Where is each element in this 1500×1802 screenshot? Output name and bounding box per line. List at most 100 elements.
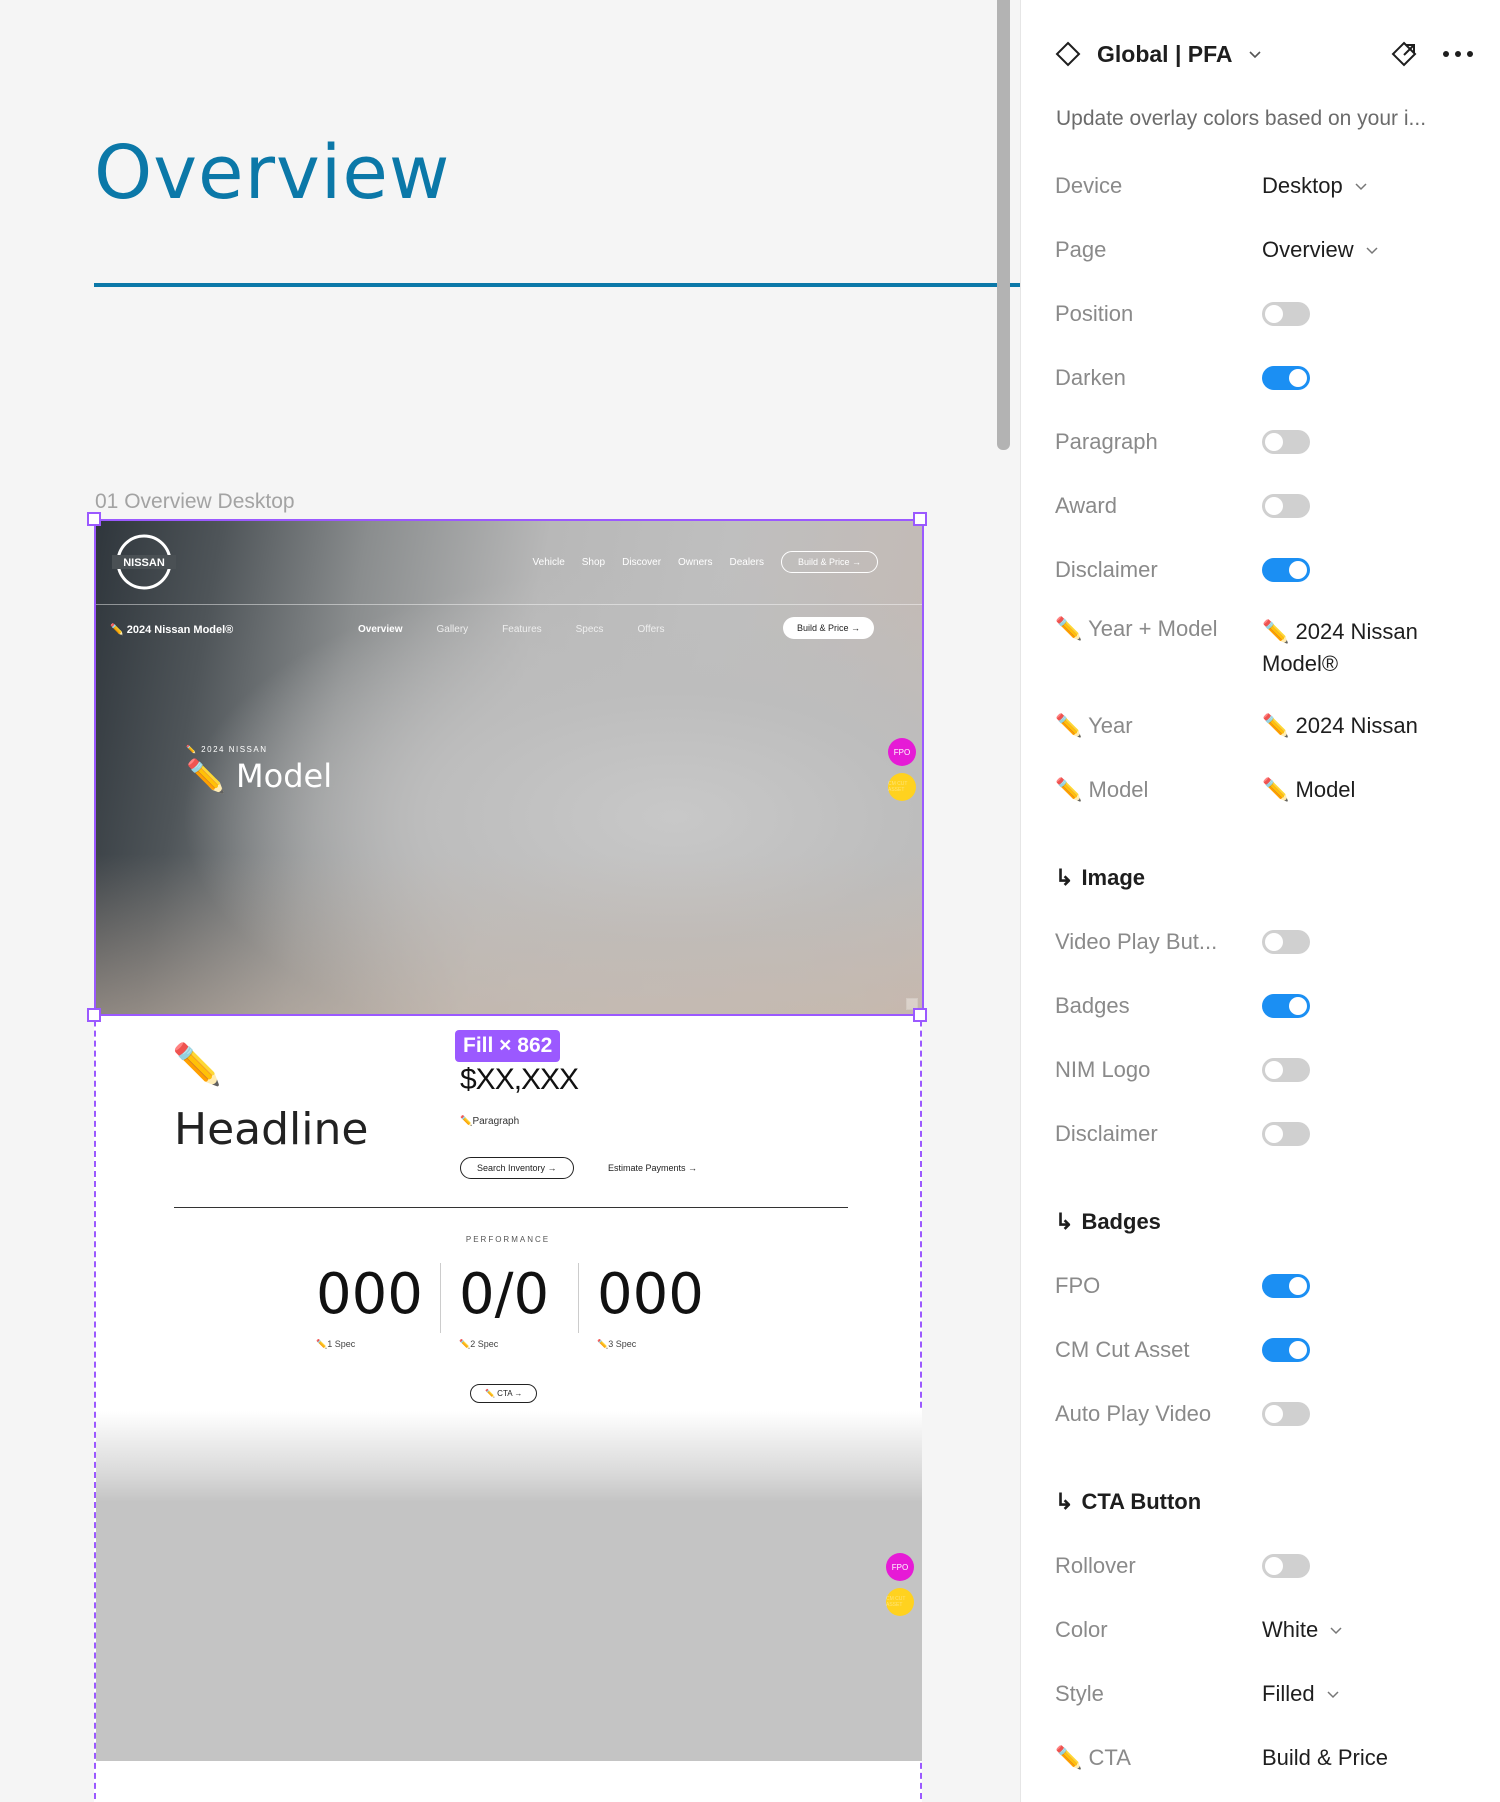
page-select[interactable]: Overview	[1262, 237, 1380, 263]
tab-features[interactable]: Features	[502, 624, 541, 635]
year-value[interactable]: ✏️ 2024 Nissan	[1262, 713, 1418, 739]
prop-video-play-button[interactable]: Video Play But...	[1055, 922, 1475, 962]
tab-gallery[interactable]: Gallery	[436, 624, 468, 635]
overview-desktop-frame[interactable]: NISSAN Vehicle Shop Discover Owners Deal…	[94, 519, 924, 1802]
canvas-scrollbar[interactable]	[997, 0, 1010, 450]
selection-handle-tr[interactable]	[913, 512, 927, 526]
prop-image-disclaimer[interactable]: Disclaimer	[1055, 1114, 1475, 1154]
cm-cut-asset-toggle[interactable]	[1262, 1338, 1310, 1362]
prop-color[interactable]: Color White	[1055, 1610, 1475, 1650]
nav-discover[interactable]: Discover	[622, 557, 661, 568]
model-value[interactable]: ✏️ Model	[1262, 777, 1355, 803]
selection-handle-br[interactable]	[913, 1008, 927, 1022]
nissan-logo[interactable]: NISSAN	[110, 533, 178, 591]
nim-logo-toggle[interactable]	[1262, 1058, 1310, 1082]
prop-label: Color	[1055, 1617, 1108, 1642]
paragraph-toggle[interactable]	[1262, 430, 1310, 454]
headline: Headline	[174, 1104, 369, 1155]
position-toggle[interactable]	[1262, 302, 1310, 326]
model-subnav: ✏️ 2024 Nissan Model® Overview Gallery F…	[110, 617, 900, 643]
prop-disclaimer[interactable]: Disclaimer	[1055, 550, 1475, 590]
video-play-toggle[interactable]	[1262, 930, 1310, 954]
nav-vehicle[interactable]: Vehicle	[533, 557, 565, 568]
prop-nim-logo[interactable]: NIM Logo	[1055, 1050, 1475, 1090]
cta-label: ✏️ CTA	[485, 1389, 513, 1398]
hero-section[interactable]: NISSAN Vehicle Shop Discover Owners Deal…	[94, 519, 924, 1016]
cta-button[interactable]: ✏️ CTA →	[470, 1384, 538, 1403]
prop-year[interactable]: ✏️ Year ✏️ 2024 Nissan	[1055, 706, 1475, 746]
prop-label: Rollover	[1055, 1553, 1136, 1578]
frame-label[interactable]: 01 Overview Desktop	[95, 490, 295, 514]
prop-paragraph[interactable]: Paragraph	[1055, 422, 1475, 462]
prop-position[interactable]: Position	[1055, 294, 1475, 334]
global-nav-items: Vehicle Shop Discover Owners Dealers Bui…	[533, 551, 878, 573]
prop-label: Auto Play Video	[1055, 1401, 1212, 1426]
prop-label: Style	[1055, 1681, 1104, 1706]
prop-year-model[interactable]: ✏️ Year + Model ✏️ 2024 Nissan Model®	[1055, 616, 1475, 680]
nav-owners[interactable]: Owners	[678, 557, 712, 568]
year-model-value[interactable]: ✏️ 2024 Nissan Model®	[1262, 616, 1462, 680]
prop-award[interactable]: Award	[1055, 486, 1475, 526]
price: $XX,XXX	[460, 1063, 579, 1096]
prop-cm-cut-asset[interactable]: CM Cut Asset	[1055, 1330, 1475, 1370]
prop-model[interactable]: ✏️ Model ✏️ Model	[1055, 770, 1475, 810]
device-select[interactable]: Desktop	[1262, 173, 1369, 199]
section-cta-button: ↳ CTA Button	[1055, 1489, 1201, 1515]
disclaimer-toggle[interactable]	[1262, 558, 1310, 582]
nav-build-price-button[interactable]: Build & Price →	[780, 551, 878, 573]
prop-auto-play-video[interactable]: Auto Play Video	[1055, 1394, 1475, 1434]
estimate-payments-link[interactable]: Estimate Payments →	[608, 1163, 697, 1173]
image-disclaimer-toggle[interactable]	[1262, 1122, 1310, 1146]
spec-1-value: 000	[316, 1262, 423, 1327]
component-title[interactable]: Global | PFA	[1097, 41, 1233, 68]
prop-label: Device	[1055, 173, 1123, 198]
badges-toggle[interactable]	[1262, 994, 1310, 1018]
auto-play-toggle[interactable]	[1262, 1402, 1310, 1426]
selection-handle-bl[interactable]	[87, 1008, 101, 1022]
style-select[interactable]: Filled	[1262, 1681, 1341, 1707]
prop-cta-text[interactable]: ✏️ CTA Build & Price	[1055, 1738, 1475, 1778]
chevron-down-icon	[1327, 1691, 1339, 1699]
hero-eyebrow: ✏️ 2024 NISSAN	[186, 745, 268, 754]
prop-rollover[interactable]: Rollover	[1055, 1546, 1475, 1586]
cm-cut-asset-badge: CM CUT ASSET	[886, 1588, 914, 1616]
go-to-main-component-icon[interactable]	[1389, 39, 1419, 69]
nav-dealers[interactable]: Dealers	[729, 557, 763, 568]
spec-2-value: 0/0	[459, 1262, 550, 1327]
chevron-down-icon[interactable]	[1247, 46, 1263, 62]
spec-1-label: ✏️1 Spec	[316, 1339, 356, 1349]
subnav-build-price-button[interactable]: Build & Price →	[782, 617, 874, 639]
tab-overview[interactable]: Overview	[358, 624, 402, 635]
spec-separator	[578, 1263, 579, 1333]
hero-model-name: ✏️ Model	[186, 757, 333, 795]
nav-shop[interactable]: Shop	[582, 557, 605, 568]
rollover-toggle[interactable]	[1262, 1554, 1310, 1578]
image-placeholder-block	[96, 1411, 922, 1761]
more-options-icon[interactable]	[1441, 49, 1475, 59]
color-select[interactable]: White	[1262, 1617, 1344, 1643]
nested-arrow-icon: ↳	[1055, 1209, 1074, 1234]
tab-offers[interactable]: Offers	[637, 624, 664, 635]
prop-page[interactable]: Page Overview	[1055, 230, 1475, 270]
prop-label: Paragraph	[1055, 429, 1158, 454]
prop-darken[interactable]: Darken	[1055, 358, 1475, 398]
subnav-brand[interactable]: ✏️ 2024 Nissan Model®	[110, 623, 233, 636]
prop-badges[interactable]: Badges	[1055, 986, 1475, 1026]
cta-text-value[interactable]: Build & Price	[1262, 1745, 1388, 1771]
award-toggle[interactable]	[1262, 494, 1310, 518]
fpo-badge: FPO	[888, 738, 916, 766]
search-inventory-button[interactable]: Search Inventory →	[460, 1157, 574, 1179]
fpo-toggle[interactable]	[1262, 1274, 1310, 1298]
prop-label: Darken	[1055, 365, 1126, 390]
prop-device[interactable]: Device Desktop	[1055, 166, 1475, 206]
section-title: Badges	[1081, 1209, 1161, 1234]
prop-style[interactable]: Style Filled	[1055, 1674, 1475, 1714]
section-divider	[174, 1207, 848, 1208]
design-canvas[interactable]: Overview 01 Overview Desktop NISSAN Vehi…	[0, 0, 1020, 1802]
tab-specs[interactable]: Specs	[576, 624, 604, 635]
darken-toggle[interactable]	[1262, 366, 1310, 390]
selection-handle-tl[interactable]	[87, 512, 101, 526]
chevron-down-icon	[1366, 247, 1378, 255]
prop-fpo[interactable]: FPO	[1055, 1266, 1475, 1306]
logo-text: NISSAN	[123, 557, 165, 569]
